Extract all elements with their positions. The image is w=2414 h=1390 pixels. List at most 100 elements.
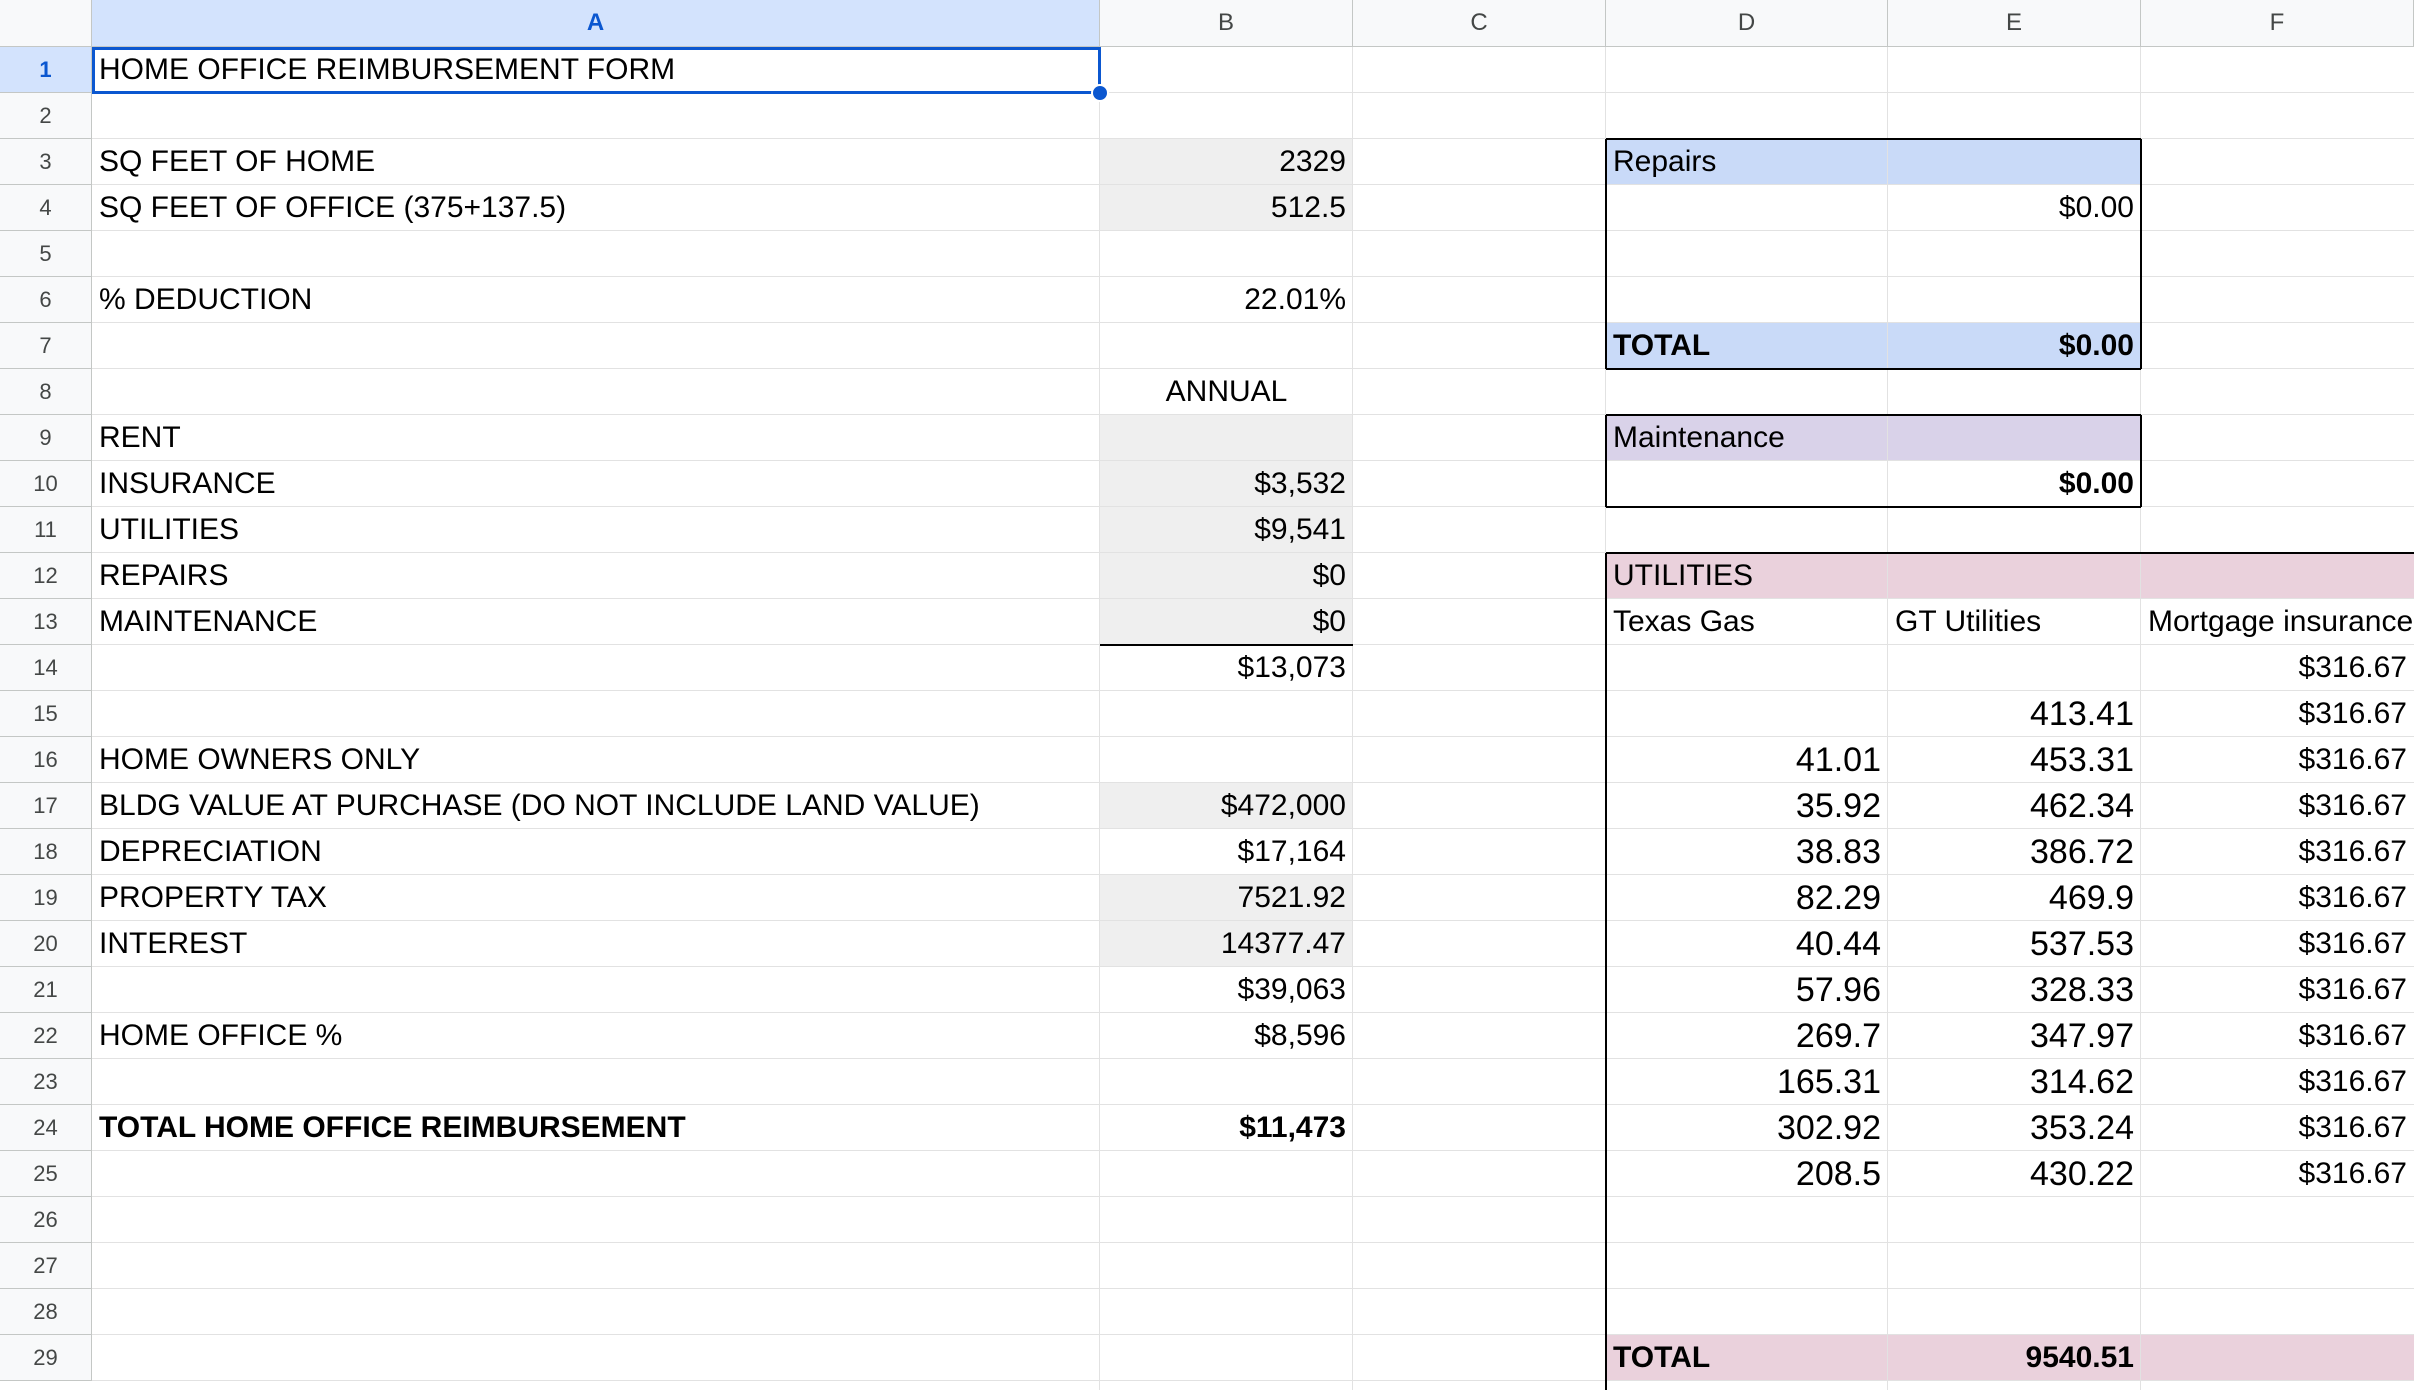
row-header-5[interactable]: 5	[0, 231, 92, 277]
cell-a13[interactable]: MAINTENANCE	[92, 599, 1100, 645]
cell-f17[interactable]: $316.67	[2141, 783, 2414, 829]
cell-a11[interactable]: UTILITIES	[92, 507, 1100, 553]
cell-e18[interactable]: 386.72	[1888, 829, 2141, 875]
column-header-e[interactable]: E	[1888, 0, 2141, 47]
cell-e24[interactable]: 353.24	[1888, 1105, 2141, 1151]
cell-d9[interactable]: Maintenance	[1606, 415, 1888, 461]
cell-e29[interactable]: 9540.51	[1888, 1335, 2141, 1381]
cell-f13[interactable]: Mortgage insurance	[2141, 599, 2414, 645]
cell-f15[interactable]: $316.67	[2141, 691, 2414, 737]
cell-e22[interactable]: 347.97	[1888, 1013, 2141, 1059]
cell-f18[interactable]: $316.67	[2141, 829, 2414, 875]
cell-b21[interactable]: $39,063	[1100, 967, 1353, 1013]
column-header-d[interactable]: D	[1606, 0, 1888, 47]
cell-b6[interactable]: 22.01%	[1100, 277, 1353, 323]
row-header-27[interactable]: 27	[0, 1243, 92, 1289]
cell-d19[interactable]: 82.29	[1606, 875, 1888, 921]
row-header-7[interactable]: 7	[0, 323, 92, 369]
cell-a10[interactable]: INSURANCE	[92, 461, 1100, 507]
cell-b12[interactable]: $0	[1100, 553, 1353, 599]
cell-f23[interactable]: $316.67	[2141, 1059, 2414, 1105]
cell-d16[interactable]: 41.01	[1606, 737, 1888, 783]
row-header-6[interactable]: 6	[0, 277, 92, 323]
cell-b8[interactable]: ANNUAL	[1100, 369, 1353, 415]
row-header-13[interactable]: 13	[0, 599, 92, 645]
cell-a12[interactable]: REPAIRS	[92, 553, 1100, 599]
cell-d20[interactable]: 40.44	[1606, 921, 1888, 967]
cell-e4[interactable]: $0.00	[1888, 185, 2141, 231]
cell-b20[interactable]: 14377.47	[1100, 921, 1353, 967]
cell-d3[interactable]: Repairs	[1606, 139, 1888, 185]
row-header-10[interactable]: 10	[0, 461, 92, 507]
row-header-18[interactable]: 18	[0, 829, 92, 875]
row-header-26[interactable]: 26	[0, 1197, 92, 1243]
cell-d13[interactable]: Texas Gas	[1606, 599, 1888, 645]
cell-b18[interactable]: $17,164	[1100, 829, 1353, 875]
row-header-9[interactable]: 9	[0, 415, 92, 461]
cell-b19[interactable]: 7521.92	[1100, 875, 1353, 921]
cell-d25[interactable]: 208.5	[1606, 1151, 1888, 1197]
cell-e16[interactable]: 453.31	[1888, 737, 2141, 783]
row-header-16[interactable]: 16	[0, 737, 92, 783]
cell-f16[interactable]: $316.67	[2141, 737, 2414, 783]
row-header-3[interactable]: 3	[0, 139, 92, 185]
cell-b13[interactable]: $0	[1100, 599, 1353, 645]
row-header-4[interactable]: 4	[0, 185, 92, 231]
cell-b24[interactable]: $11,473	[1100, 1105, 1353, 1151]
cell-a20[interactable]: INTEREST	[92, 921, 1100, 967]
row-header-23[interactable]: 23	[0, 1059, 92, 1105]
cell-d18[interactable]: 38.83	[1606, 829, 1888, 875]
cell-e20[interactable]: 537.53	[1888, 921, 2141, 967]
active-cell-selection[interactable]	[92, 47, 1101, 94]
cell-b22[interactable]: $8,596	[1100, 1013, 1353, 1059]
cell-a16[interactable]: HOME OWNERS ONLY	[92, 737, 1100, 783]
cell-b17[interactable]: $472,000	[1100, 783, 1353, 829]
cell-a24[interactable]: TOTAL HOME OFFICE REIMBURSEMENT	[92, 1105, 1100, 1151]
row-header-8[interactable]: 8	[0, 369, 92, 415]
row-header-12[interactable]: 12	[0, 553, 92, 599]
cell-d22[interactable]: 269.7	[1606, 1013, 1888, 1059]
cell-d24[interactable]: 302.92	[1606, 1105, 1888, 1151]
fill-handle[interactable]	[1091, 84, 1109, 102]
cell-f19[interactable]: $316.67	[2141, 875, 2414, 921]
column-header-b[interactable]: B	[1100, 0, 1353, 47]
row-header-2[interactable]: 2	[0, 93, 92, 139]
cell-a17[interactable]: BLDG VALUE AT PURCHASE (DO NOT INCLUDE L…	[92, 783, 1100, 829]
cell-e25[interactable]: 430.22	[1888, 1151, 2141, 1197]
row-header-28[interactable]: 28	[0, 1289, 92, 1335]
cell-e7[interactable]: $0.00	[1888, 323, 2141, 369]
row-header-15[interactable]: 15	[0, 691, 92, 737]
cell-e23[interactable]: 314.62	[1888, 1059, 2141, 1105]
cell-f14[interactable]: $316.67	[2141, 645, 2414, 691]
row-header-25[interactable]: 25	[0, 1151, 92, 1197]
cell-b3[interactable]: 2329	[1100, 139, 1353, 185]
cell-b10[interactable]: $3,532	[1100, 461, 1353, 507]
cell-f22[interactable]: $316.67	[2141, 1013, 2414, 1059]
cell-e17[interactable]: 462.34	[1888, 783, 2141, 829]
cell-e10[interactable]: $0.00	[1888, 461, 2141, 507]
row-header-29[interactable]: 29	[0, 1335, 92, 1381]
cell-a22[interactable]: HOME OFFICE %	[92, 1013, 1100, 1059]
row-header-14[interactable]: 14	[0, 645, 92, 691]
cell-a4[interactable]: SQ FEET OF OFFICE (375+137.5)	[92, 185, 1100, 231]
cell-f24[interactable]: $316.67	[2141, 1105, 2414, 1151]
row-header-11[interactable]: 11	[0, 507, 92, 553]
cell-b4[interactable]: 512.5	[1100, 185, 1353, 231]
column-header-f[interactable]: F	[2141, 0, 2414, 47]
row-header-21[interactable]: 21	[0, 967, 92, 1013]
spreadsheet-grid[interactable]: A B C D E F 1 2 3 4 5 6 7 8 9 10 11 12 13 14 15 16 17 18 19 20 21 2…	[0, 0, 2414, 1390]
row-header-19[interactable]: 19	[0, 875, 92, 921]
cell-e19[interactable]: 469.9	[1888, 875, 2141, 921]
select-all-corner[interactable]	[0, 0, 92, 47]
cell-d29[interactable]: TOTAL	[1606, 1335, 1888, 1381]
cell-f21[interactable]: $316.67	[2141, 967, 2414, 1013]
row-header-22[interactable]: 22	[0, 1013, 92, 1059]
cell-a18[interactable]: DEPRECIATION	[92, 829, 1100, 875]
cell-a3[interactable]: SQ FEET OF HOME	[92, 139, 1100, 185]
row-header-1[interactable]: 1	[0, 47, 92, 93]
cell-d12[interactable]: UTILITIES	[1606, 553, 1888, 599]
cell-a19[interactable]: PROPERTY TAX	[92, 875, 1100, 921]
cell-e15[interactable]: 413.41	[1888, 691, 2141, 737]
cell-e21[interactable]: 328.33	[1888, 967, 2141, 1013]
cell-b11[interactable]: $9,541	[1100, 507, 1353, 553]
